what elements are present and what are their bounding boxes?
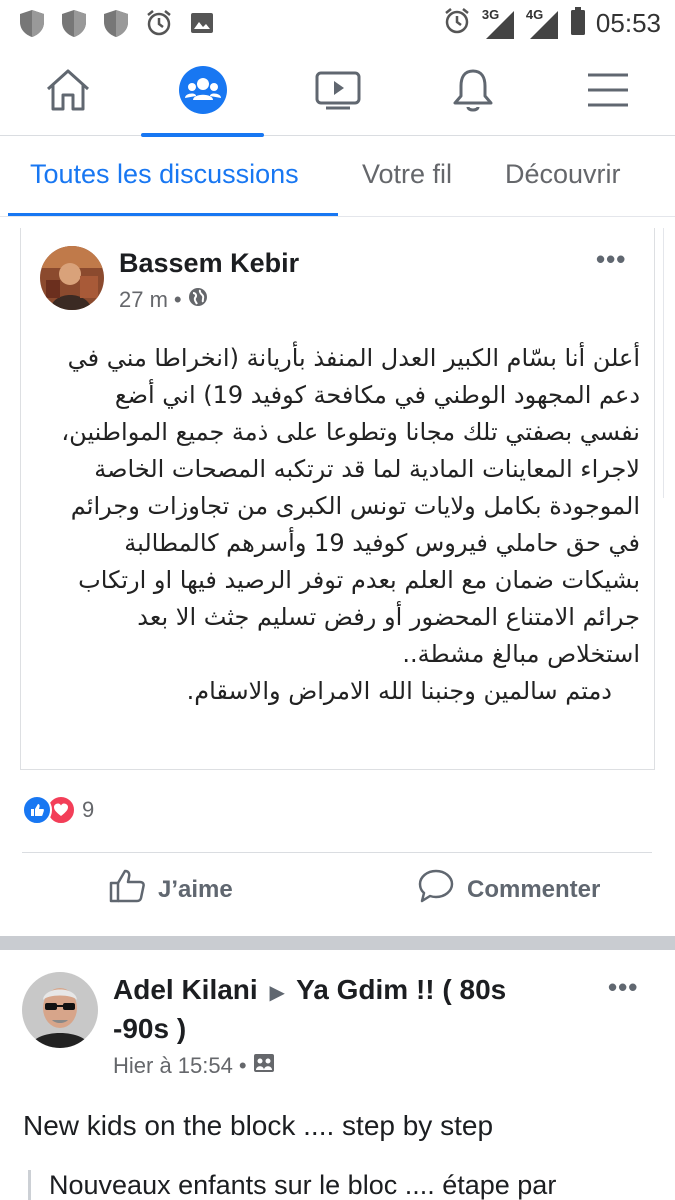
- feed-post: Bassem Kebir 27 m • ••• أعلن أنا بسّام ا…: [0, 218, 675, 936]
- more-options-icon[interactable]: •••: [596, 244, 626, 275]
- signal-icon: 3G: [482, 7, 516, 41]
- reaction-summary[interactable]: 9: [22, 795, 94, 825]
- feed-separator: [0, 936, 675, 950]
- signal-icon: 4G: [526, 7, 560, 41]
- shield-icon: [102, 8, 130, 43]
- nav-notifications[interactable]: [405, 48, 540, 136]
- globe-icon: [188, 287, 208, 313]
- comment-label: Commenter: [467, 875, 601, 903]
- like-label: J’aime: [158, 875, 233, 903]
- meta-separator-dot: •: [173, 287, 182, 312]
- scrollbar-track[interactable]: [663, 228, 671, 498]
- post-text-line: جرائم الامتناع المحضور أو رفض تسليم جثث …: [137, 603, 640, 631]
- comment-button[interactable]: Commenter: [417, 868, 600, 911]
- comment-icon: [417, 868, 455, 911]
- shield-icon: [18, 8, 46, 43]
- watch-icon: [314, 69, 362, 116]
- post-text-line: نفسي بصفتي تلك مجانا وتطوعا على ذمة جميع…: [61, 418, 640, 446]
- groups-icon: [178, 65, 228, 120]
- tab-your-feed[interactable]: Votre fil: [362, 159, 452, 190]
- post-timestamp[interactable]: Hier à 15:54: [113, 1053, 233, 1079]
- divider: [22, 852, 652, 853]
- status-bar: 3G 4G 05:53: [0, 0, 675, 48]
- alarm-icon: [442, 6, 472, 41]
- feed-post: Adel Kilani ▶ Ya Gdim !! ( 80s -90s ) ••…: [0, 950, 675, 1200]
- top-navigation: [0, 48, 675, 137]
- tab-discover[interactable]: Découvrir: [505, 159, 621, 190]
- post-text-line: استخلاص مبالغ مشطة..: [402, 640, 640, 668]
- meta-separator-dot: •: [238, 1053, 247, 1078]
- post-meta: 27 m •: [119, 287, 208, 313]
- post-text-line: دعم المجهود الوطني في مكافحة كوفيد 19) ا…: [114, 381, 640, 409]
- translated-quote: Nouveaux enfants sur le bloc .... étape …: [28, 1170, 556, 1200]
- like-reaction-icon: [22, 795, 52, 825]
- post-caption: New kids on the block .... step by step: [23, 1110, 494, 1141]
- image-icon: [188, 9, 216, 42]
- status-bar-left: [18, 8, 216, 43]
- post-text-line: بشيكات ضمان مع العلم بعدم توفر الرصيد في…: [78, 566, 640, 594]
- nav-groups[interactable]: [135, 48, 270, 137]
- nav-home[interactable]: [0, 48, 135, 136]
- group-audience-icon: [253, 1052, 275, 1080]
- battery-icon: [570, 6, 586, 41]
- post-text-line: أعلن أنا بسّام الكبير العدل المنفذ بأريا…: [67, 344, 640, 372]
- shield-icon: [60, 8, 88, 43]
- avatar[interactable]: [40, 246, 104, 310]
- hamburger-menu-icon: [586, 71, 630, 114]
- like-button[interactable]: J’aime: [108, 868, 233, 911]
- reaction-count: 9: [82, 797, 95, 822]
- thumbs-up-icon: [108, 868, 146, 911]
- post-text: أعلن أنا بسّام الكبير العدل المنفذ بأريا…: [40, 340, 640, 710]
- post-header-title: Adel Kilani ▶ Ya Gdim !! ( 80s -90s ): [113, 972, 543, 1047]
- active-tab-indicator: [8, 213, 338, 216]
- nav-watch[interactable]: [270, 48, 405, 136]
- post-author-name[interactable]: Adel Kilani: [113, 974, 258, 1005]
- avatar[interactable]: [22, 972, 98, 1048]
- alarm-icon: [144, 8, 174, 43]
- clock: 05:53: [595, 8, 661, 38]
- tab-all-discussions[interactable]: Toutes les discussions: [30, 159, 299, 190]
- post-text-line: دمتم سالمين وجنبنا الله الامراض والاسقام…: [186, 677, 612, 705]
- home-icon: [44, 67, 92, 118]
- more-options-icon[interactable]: •••: [608, 972, 638, 1003]
- post-text-line: الموجودة بكامل ولايات تونس الكبرى من تجا…: [70, 492, 640, 520]
- nav-menu[interactable]: [540, 48, 675, 136]
- post-author-name[interactable]: Bassem Kebir: [119, 248, 299, 279]
- bell-icon: [450, 66, 496, 119]
- status-bar-right: 3G 4G 05:53: [442, 6, 661, 41]
- arrow-right-icon: ▶: [269, 982, 285, 1004]
- post-text-line: في حق حاملي فيروس كوفيد 19 وأسرهم كالمطا…: [124, 529, 640, 557]
- post-timestamp[interactable]: 27 m: [119, 287, 168, 313]
- post-text-line: لاجراء المعاينات المادية لما قد ترتكبه ا…: [94, 455, 640, 483]
- feed-tabs: Toutes les discussions Votre fil Découvr…: [0, 137, 675, 217]
- post-meta: Hier à 15:54 •: [113, 1052, 275, 1080]
